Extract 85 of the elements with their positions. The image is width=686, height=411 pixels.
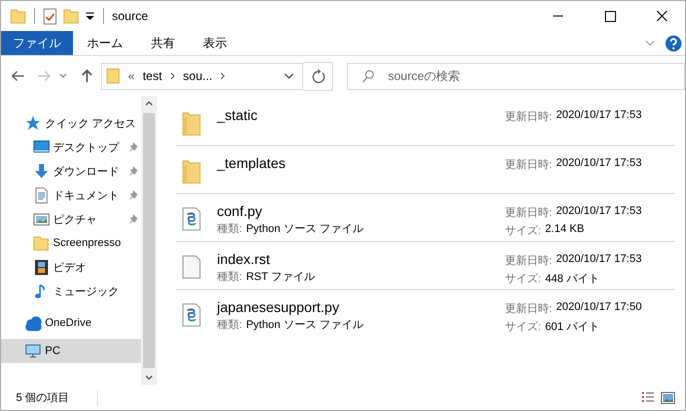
file-name: _static — [217, 107, 258, 124]
sidebar-item[interactable]: OneDrive — [1, 311, 141, 335]
folder-icon — [106, 68, 120, 84]
details-view-icon[interactable] — [641, 391, 655, 404]
file-name: index.rst — [217, 251, 271, 268]
folder-icon — [33, 234, 50, 252]
desktop-icon — [33, 138, 50, 156]
sidebar-item[interactable]: デスクトップ — [1, 135, 141, 159]
file-row[interactable]: conf.py 種類: Python ソース ファイル 更新日時: 2020/10/17 17:53 サイズ: 2.14 KB — [176, 194, 675, 242]
sidebar-item[interactable]: クイック アクセス — [1, 111, 141, 135]
file-row[interactable]: _templates 更新日時: 2020/10/17 17:53 — [176, 146, 675, 194]
file-row[interactable]: _static 更新日時: 2020/10/17 17:53 — [176, 98, 675, 146]
file-name: japanesesupport.py — [217, 299, 340, 316]
type-label: 種類: — [217, 222, 242, 236]
dropdown-icon[interactable] — [85, 11, 95, 21]
type-label: 種類: — [217, 270, 242, 284]
ribbon-tab[interactable]: ホーム — [73, 31, 137, 55]
file-type: RST ファイル — [246, 270, 315, 284]
file-type: Python ソース ファイル — [246, 318, 364, 332]
file-size: 448 バイト — [545, 272, 600, 286]
file-size: 2.14 KB — [545, 223, 584, 237]
chevron-right-icon[interactable] — [220, 72, 226, 80]
checklist-icon[interactable] — [43, 8, 57, 24]
file-size: 601 バイト — [545, 320, 600, 334]
sidebar-item[interactable]: PC — [1, 339, 141, 363]
modified-label: 更新日時: — [505, 158, 552, 172]
modified-label: 更新日時: — [505, 254, 552, 268]
file-name: conf.py — [217, 203, 264, 220]
modified-label: 更新日時: — [505, 206, 552, 220]
ribbon-tab[interactable]: 共有 — [137, 31, 189, 55]
document-icon — [33, 186, 50, 204]
help-icon[interactable] — [665, 34, 682, 52]
chevron-down-icon[interactable] — [59, 73, 67, 79]
star-icon — [25, 114, 42, 132]
cloud-icon — [25, 314, 42, 332]
modified-date: 2020/10/17 17:53 — [556, 157, 642, 171]
sidebar-item[interactable]: ダウンロード — [1, 159, 141, 183]
refresh-button[interactable] — [303, 62, 333, 90]
scroll-up-icon[interactable] — [145, 101, 153, 106]
sidebar-item[interactable]: ドキュメント — [1, 183, 141, 207]
folder-icon — [182, 111, 201, 136]
address-bar[interactable]: « test sou... — [101, 62, 303, 90]
file-type: Python ソース ファイル — [246, 222, 364, 236]
back-arrow-icon[interactable] — [11, 70, 25, 82]
ribbon-tab[interactable]: 表示 — [189, 31, 241, 55]
download-arrow-icon — [33, 162, 50, 180]
scrollbar[interactable] — [141, 96, 157, 385]
item-count: 5 個の項目 — [16, 391, 70, 405]
folder-icon — [182, 159, 201, 184]
modified-date: 2020/10/17 17:53 — [556, 109, 642, 123]
modified-date: 2020/10/17 17:50 — [556, 301, 642, 315]
scrollbar-thumb[interactable] — [143, 113, 155, 368]
file-row[interactable]: japanesesupport.py 種類: Python ソース ファイル 更新日時: 2020/10/17 17:50 サイズ: 601 バイト — [176, 290, 675, 338]
modified-label: 更新日時: — [505, 110, 552, 124]
python-file-icon — [182, 303, 201, 328]
file-name: _templates — [217, 155, 286, 172]
up-arrow-icon[interactable] — [81, 69, 93, 83]
breadcrumb[interactable]: test — [142, 69, 162, 83]
sidebar-item[interactable]: ピクチャ — [1, 207, 141, 231]
scroll-down-icon[interactable] — [145, 375, 153, 380]
file-icon — [182, 255, 201, 280]
size-label: サイズ: — [505, 272, 542, 286]
python-file-icon — [182, 207, 201, 232]
modified-label: 更新日時: — [505, 302, 552, 316]
film-icon — [33, 258, 50, 276]
chevron-right-icon[interactable] — [170, 72, 176, 80]
ribbon-tab[interactable]: ファイル — [1, 31, 73, 55]
sidebar-item[interactable]: ビデオ — [1, 255, 141, 279]
size-label: サイズ: — [505, 224, 542, 238]
monitor-icon — [25, 342, 42, 360]
sidebar-item[interactable]: ミュージック — [1, 279, 141, 303]
search-field[interactable]: sourceの検索 — [347, 62, 685, 90]
size-label: サイズ: — [505, 320, 542, 334]
window-title: source — [112, 9, 148, 23]
type-label: 種類: — [217, 318, 242, 332]
large-icons-view-icon[interactable] — [661, 392, 675, 404]
chevron-down-icon[interactable] — [284, 72, 294, 80]
breadcrumb[interactable]: sou... — [183, 69, 212, 83]
modified-date: 2020/10/17 17:53 — [556, 205, 642, 219]
refresh-icon — [310, 68, 324, 84]
overflow-chevron[interactable]: « — [128, 69, 135, 83]
sidebar-item[interactable]: Screenpresso — [1, 231, 141, 255]
picture-icon — [33, 210, 50, 228]
modified-date: 2020/10/17 17:53 — [556, 253, 642, 267]
file-row[interactable]: index.rst 種類: RST ファイル 更新日時: 2020/10/17 17:53 サイズ: 448 バイト — [176, 242, 675, 290]
